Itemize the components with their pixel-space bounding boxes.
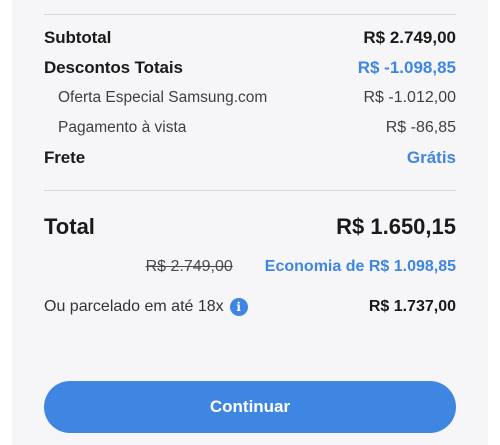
- offer-row: Oferta Especial Samsung.com R$ -1.012,00: [44, 86, 456, 110]
- offer-value: R$ -1.012,00: [363, 89, 456, 106]
- discounts-value: R$ -1.098,85: [357, 58, 456, 77]
- cash-payment-value: R$ -86,85: [385, 119, 456, 136]
- shipping-value: Grátis: [406, 148, 456, 167]
- installments-label: Ou parcelado em até 18x: [44, 298, 224, 315]
- subtotal-row: Subtotal R$ 2.749,00: [44, 26, 456, 50]
- total-value: R$ 1.650,15: [336, 214, 456, 239]
- shipping-row: Frete Grátis: [44, 146, 456, 170]
- original-price: R$ 2.749,00: [145, 258, 233, 275]
- discounts-label: Descontos Totais: [44, 58, 183, 77]
- installments-row: Ou parcelado em até 18x i R$ 1.737,00: [44, 294, 456, 320]
- economy-text: Economia de R$ 1.098,85: [264, 258, 456, 275]
- middle-divider: [44, 190, 456, 191]
- installments-value: R$ 1.737,00: [368, 298, 456, 315]
- top-divider: [44, 14, 456, 15]
- shipping-label: Frete: [44, 148, 86, 167]
- offer-label: Oferta Especial Samsung.com: [58, 89, 268, 106]
- subtotal-value: R$ 2.749,00: [363, 28, 456, 47]
- savings-row: R$ 2.749,00 Economia de R$ 1.098,85: [44, 255, 456, 279]
- cash-payment-label: Pagamento à vista: [58, 119, 187, 136]
- installments-label-group: Ou parcelado em até 18x i: [44, 298, 248, 316]
- discounts-row: Descontos Totais R$ -1.098,85: [44, 56, 456, 80]
- info-icon[interactable]: i: [229, 298, 248, 316]
- cash-payment-row: Pagamento à vista R$ -86,85: [44, 116, 456, 140]
- total-label: Total: [44, 214, 95, 239]
- total-row: Total R$ 1.650,15: [44, 212, 456, 242]
- subtotal-label: Subtotal: [44, 28, 112, 47]
- continue-button[interactable]: Continuar: [44, 381, 456, 433]
